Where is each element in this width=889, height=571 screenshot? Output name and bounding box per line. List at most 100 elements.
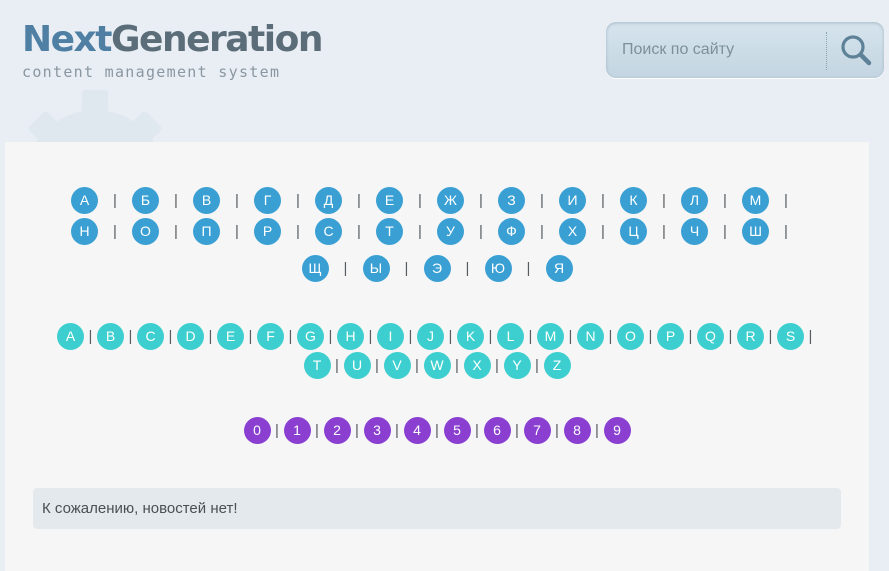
russian-letters-row: А | Б | В | Г | Д | Е | Ж | З | И | К | Л | М | <box>5 186 869 214</box>
digits-letter-link[interactable]: 4 <box>403 416 431 444</box>
russian-letter-link[interactable]: Ш <box>742 217 769 245</box>
russian-letter-link[interactable]: Э <box>423 254 451 282</box>
letter-separator: | <box>601 191 605 209</box>
russian-letter-link[interactable]: Ф <box>498 217 525 245</box>
latin-letter-link[interactable]: C <box>137 322 164 350</box>
no-news-message: К сожалению, новостей нет! <box>33 488 841 529</box>
russian-letter-link[interactable]: Ц <box>620 217 647 245</box>
latin-letter-link[interactable]: T <box>303 351 331 379</box>
russian-letter-link[interactable]: С <box>315 217 342 245</box>
digits-letter-link[interactable]: 9 <box>603 416 631 444</box>
russian-letter-link[interactable]: Ы <box>362 254 390 282</box>
letter-separator: | <box>768 327 773 345</box>
latin-letter-link[interactable]: D <box>177 322 204 350</box>
russian-letter-link[interactable]: К <box>620 186 647 214</box>
russian-letter-link[interactable]: И <box>559 186 586 214</box>
search-icon <box>841 35 872 66</box>
russian-letter-link[interactable]: Д <box>315 186 342 214</box>
letter-separator: | <box>355 421 359 439</box>
search-input[interactable] <box>618 34 826 66</box>
letter-separator: | <box>174 222 178 240</box>
letter-separator: | <box>248 327 253 345</box>
letter-separator: | <box>357 222 361 240</box>
latin-letter-link[interactable]: L <box>497 322 524 350</box>
letter-separator: | <box>455 356 459 374</box>
latin-letter-link[interactable]: W <box>423 351 451 379</box>
digits-letter-link[interactable]: 5 <box>443 416 471 444</box>
russian-letter-link[interactable]: М <box>742 186 769 214</box>
digits-letter-link[interactable]: 1 <box>283 416 311 444</box>
russian-letter-link[interactable]: Б <box>132 186 159 214</box>
russian-letter-link[interactable]: П <box>193 217 220 245</box>
latin-letters-row: A | B | C | D | E | F | G | H | I | J | K | L | M | N | O | P | Q | R | S | <box>5 322 869 350</box>
russian-letter-link[interactable]: Н <box>71 217 98 245</box>
digits-letter-link[interactable]: 2 <box>323 416 351 444</box>
logo-subtitle: content management system <box>22 63 281 81</box>
russian-letter-link[interactable]: Ю <box>484 254 512 282</box>
letter-separator: | <box>235 191 239 209</box>
latin-letter-link[interactable]: Q <box>697 322 724 350</box>
russian-letters-row: Н | О | П | Р | С | Т | У | Ф | Х | Ц | Ч | Ш | <box>5 217 869 245</box>
latin-letter-link[interactable]: X <box>463 351 491 379</box>
latin-letter-link[interactable]: V <box>383 351 411 379</box>
russian-letter-link[interactable]: Х <box>559 217 586 245</box>
latin-letter-link[interactable]: M <box>537 322 564 350</box>
digits-letter-link[interactable]: 7 <box>523 416 551 444</box>
search-divider <box>826 32 827 70</box>
latin-letter-link[interactable]: F <box>257 322 284 350</box>
russian-letter-link[interactable]: Е <box>376 186 403 214</box>
digits-letter-link[interactable]: 0 <box>243 416 271 444</box>
russian-letter-link[interactable]: У <box>437 217 464 245</box>
latin-letter-link[interactable]: N <box>577 322 604 350</box>
search-button[interactable] <box>834 28 878 72</box>
latin-letter-link[interactable]: B <box>97 322 124 350</box>
digits-letter-link[interactable]: 3 <box>363 416 391 444</box>
letter-separator: | <box>540 222 544 240</box>
russian-letter-link[interactable]: Щ <box>301 254 329 282</box>
letter-separator: | <box>343 259 348 277</box>
latin-letter-link[interactable]: Z <box>543 351 571 379</box>
letter-separator: | <box>375 356 379 374</box>
digits-letter-link[interactable]: 6 <box>483 416 511 444</box>
russian-letter-link[interactable]: Л <box>681 186 708 214</box>
letter-separator: | <box>601 222 605 240</box>
russian-letter-link[interactable]: В <box>193 186 220 214</box>
russian-letters-row: Щ | Ы | Э | Ю | Я <box>5 254 869 282</box>
latin-letter-link[interactable]: J <box>417 322 444 350</box>
russian-letter-link[interactable]: Т <box>376 217 403 245</box>
latin-letter-link[interactable]: R <box>737 322 764 350</box>
latin-letter-link[interactable]: E <box>217 322 244 350</box>
letter-separator: | <box>435 421 439 439</box>
russian-letter-link[interactable]: О <box>132 217 159 245</box>
logo-title-part2: Generation <box>110 19 323 60</box>
latin-letter-link[interactable]: O <box>617 322 644 350</box>
russian-letter-link[interactable]: А <box>71 186 98 214</box>
russian-letter-link[interactable]: Ж <box>437 186 464 214</box>
latin-letter-link[interactable]: P <box>657 322 684 350</box>
latin-letter-link[interactable]: K <box>457 322 484 350</box>
letter-separator: | <box>113 222 117 240</box>
letter-separator: | <box>488 327 493 345</box>
latin-letter-link[interactable]: Y <box>503 351 531 379</box>
russian-letter-link[interactable]: Г <box>254 186 281 214</box>
letter-separator: | <box>662 222 666 240</box>
latin-letter-link[interactable]: G <box>297 322 324 350</box>
russian-letter-link[interactable]: Я <box>545 254 573 282</box>
letter-separator: | <box>328 327 333 345</box>
site-header: NextGeneration content management system <box>0 0 889 142</box>
latin-letter-link[interactable]: H <box>337 322 364 350</box>
russian-letter-link[interactable]: Ч <box>681 217 708 245</box>
letter-separator: | <box>662 191 666 209</box>
russian-letter-link[interactable]: Р <box>254 217 281 245</box>
search-box <box>606 22 884 78</box>
letter-separator: | <box>648 327 653 345</box>
latin-letter-link[interactable]: I <box>377 322 404 350</box>
digits-letter-link[interactable]: 8 <box>563 416 591 444</box>
site-logo[interactable]: NextGeneration content management system <box>22 14 323 81</box>
letter-separator: | <box>479 191 483 209</box>
letter-separator: | <box>540 191 544 209</box>
latin-letter-link[interactable]: S <box>777 322 804 350</box>
russian-letter-link[interactable]: З <box>498 186 525 214</box>
latin-letter-link[interactable]: A <box>57 322 84 350</box>
latin-letter-link[interactable]: U <box>343 351 371 379</box>
